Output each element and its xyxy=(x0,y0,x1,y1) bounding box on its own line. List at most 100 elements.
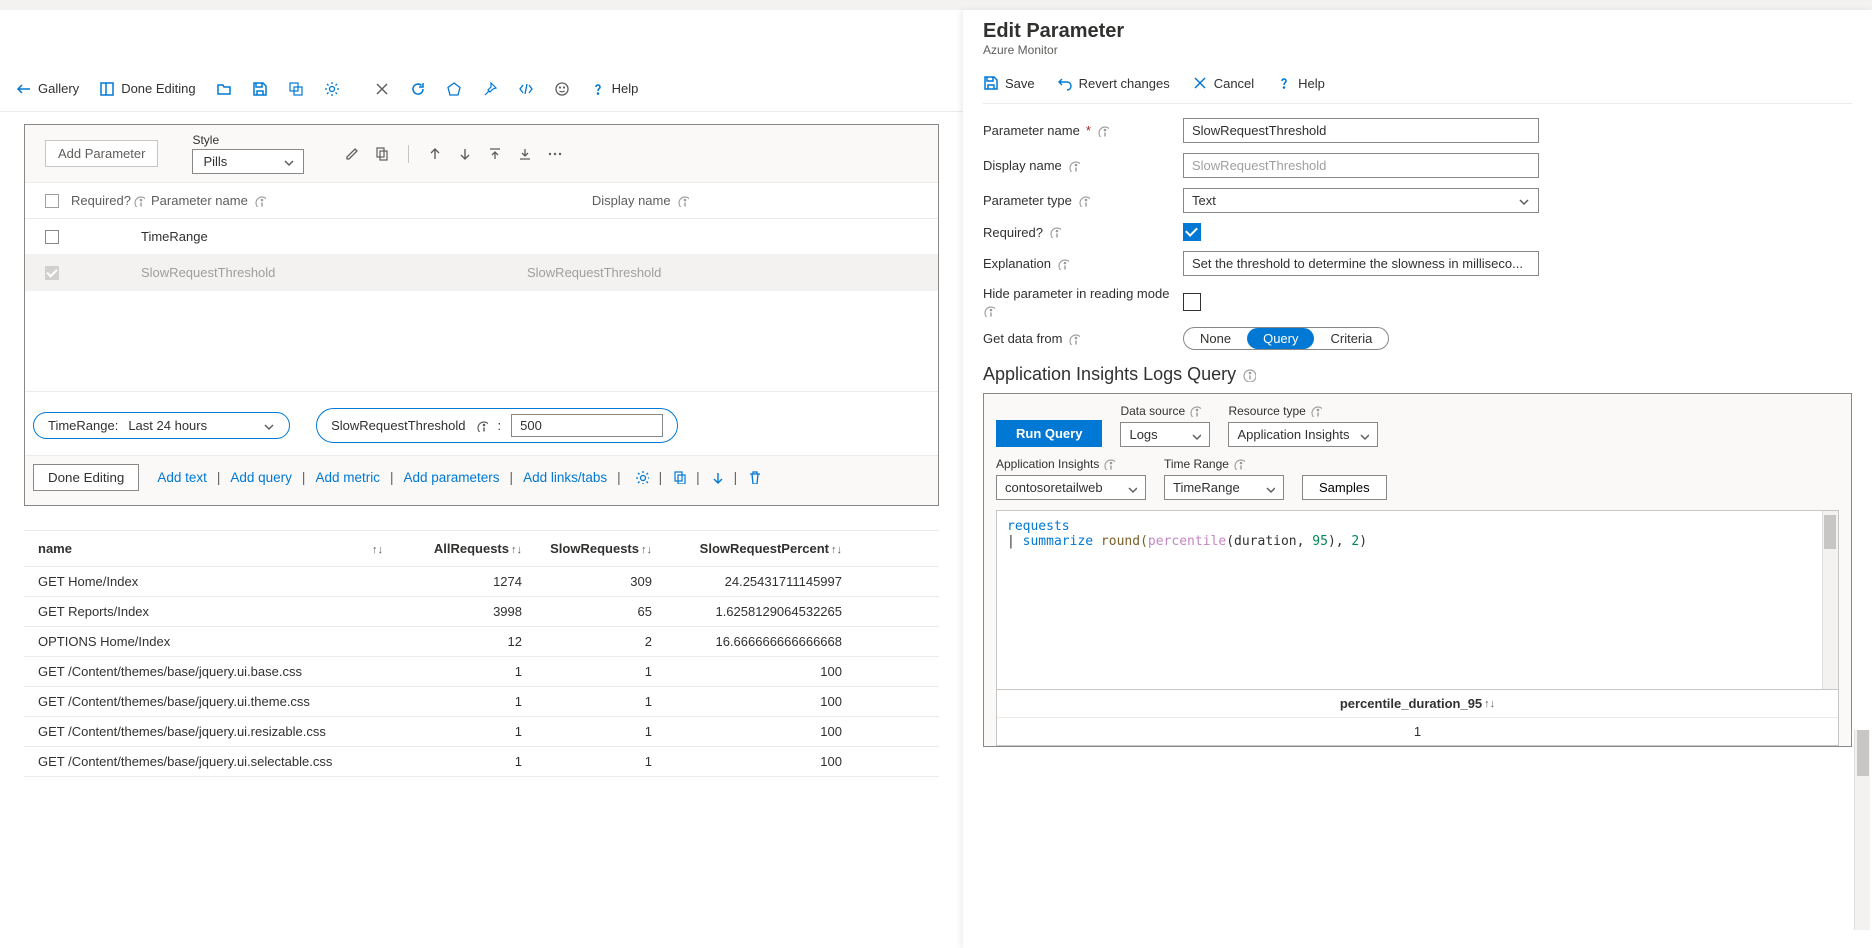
checkbox-hide[interactable] xyxy=(1183,293,1201,311)
add-text-link[interactable]: Add text xyxy=(157,470,207,485)
cell-all: 3998 xyxy=(362,604,522,619)
panel-revert-button[interactable]: Revert changes xyxy=(1057,75,1170,91)
seg-none[interactable]: None xyxy=(1184,328,1247,349)
col-slowrequests[interactable]: SlowRequests xyxy=(550,541,639,556)
select-app-insights[interactable]: contosoretailweb xyxy=(996,475,1146,500)
col-allrequests[interactable]: AllRequests xyxy=(434,541,509,556)
query-section-title: Application Insights Logs Query xyxy=(983,364,1852,385)
segmented-get-data[interactable]: None Query Criteria xyxy=(1183,327,1389,350)
done-editing-step-button[interactable]: Done Editing xyxy=(33,464,139,491)
edit-icon[interactable] xyxy=(344,146,360,162)
cell-name: OPTIONS Home/Index xyxy=(38,634,362,649)
move-bottom-icon[interactable] xyxy=(517,146,533,162)
cell-slow: 2 xyxy=(522,634,652,649)
editor-scrollbar[interactable] xyxy=(1822,511,1838,689)
move-top-icon[interactable] xyxy=(487,146,503,162)
deploy-button[interactable] xyxy=(438,77,470,101)
param-row[interactable]: SlowRequestThreshold SlowRequestThreshol… xyxy=(25,255,938,291)
advanced-editor-button[interactable] xyxy=(510,77,542,101)
done-editing-button[interactable]: Done Editing xyxy=(91,77,203,101)
info-icon xyxy=(1068,160,1080,172)
move-down-icon[interactable] xyxy=(710,470,724,484)
result-header[interactable]: percentile_duration_95 xyxy=(1340,696,1482,711)
help-button[interactable]: Help xyxy=(582,77,647,101)
table-row[interactable]: OPTIONS Home/Index 12 2 16.6666666666666… xyxy=(24,627,939,657)
smile-icon xyxy=(554,81,570,97)
add-metric-link[interactable]: Add metric xyxy=(315,470,380,485)
parameter-editor-header: Add Parameter Style Pills xyxy=(25,125,938,183)
style-select[interactable]: Pills xyxy=(192,149,304,174)
samples-button[interactable]: Samples xyxy=(1302,475,1387,500)
save-button[interactable] xyxy=(244,77,276,101)
table-row[interactable]: GET Reports/Index 3998 65 1.625812906453… xyxy=(24,597,939,627)
add-links-link[interactable]: Add links/tabs xyxy=(523,470,607,485)
input-display-name[interactable]: SlowRequestThreshold xyxy=(1183,153,1539,178)
refresh-button[interactable] xyxy=(402,77,434,101)
move-up-icon[interactable] xyxy=(427,146,443,162)
select-param-type[interactable]: Text xyxy=(1183,188,1539,213)
settings-button[interactable] xyxy=(316,77,348,101)
move-down-icon[interactable] xyxy=(457,146,473,162)
add-query-link[interactable]: Add query xyxy=(230,470,292,485)
select-data-source[interactable]: Logs xyxy=(1120,422,1210,447)
help-icon xyxy=(1276,75,1292,91)
copy-button[interactable] xyxy=(280,77,312,101)
row-checkbox[interactable] xyxy=(45,230,59,244)
duplicate-icon[interactable] xyxy=(672,470,686,484)
input-param-name[interactable]: SlowRequestThreshold xyxy=(1183,118,1539,143)
cell-slow: 1 xyxy=(522,754,652,769)
select-time-range[interactable]: TimeRange xyxy=(1164,475,1284,500)
info-icon xyxy=(1049,226,1061,238)
timerange-label: TimeRange: xyxy=(48,418,118,433)
timerange-pill[interactable]: TimeRange: Last 24 hours xyxy=(33,412,290,439)
cell-all: 1274 xyxy=(362,574,522,589)
table-row[interactable]: GET /Content/themes/base/jquery.ui.base.… xyxy=(24,657,939,687)
slowthreshold-pill[interactable]: SlowRequestThreshold : 500 xyxy=(316,408,678,443)
gallery-button[interactable]: Gallery xyxy=(8,77,87,101)
open-button[interactable] xyxy=(208,77,240,101)
input-explanation[interactable]: Set the threshold to determine the slown… xyxy=(1183,251,1539,276)
cell-name: GET /Content/themes/base/jquery.ui.selec… xyxy=(38,754,362,769)
cell-pct: 100 xyxy=(652,664,842,679)
discard-button[interactable] xyxy=(366,77,398,101)
chevron-down-icon xyxy=(1516,194,1530,208)
seg-query[interactable]: Query xyxy=(1247,328,1314,349)
slowthreshold-input[interactable]: 500 xyxy=(511,414,663,437)
select-all-checkbox[interactable] xyxy=(45,194,59,208)
seg-criteria[interactable]: Criteria xyxy=(1314,328,1388,349)
query-editor[interactable]: requests | summarize round(percentile(du… xyxy=(996,510,1839,690)
panel-help-button[interactable]: Help xyxy=(1276,75,1325,91)
more-icon[interactable] xyxy=(547,146,563,162)
feedback-button[interactable] xyxy=(546,77,578,101)
panel-scrollbar[interactable] xyxy=(1854,730,1870,930)
refresh-icon xyxy=(410,81,426,97)
cell-pct: 100 xyxy=(652,724,842,739)
col-name[interactable]: name xyxy=(38,541,72,556)
duplicate-icon[interactable] xyxy=(374,146,390,162)
results-header: name↑↓ AllRequests↑↓ SlowRequests↑↓ Slow… xyxy=(24,530,939,567)
cell-name: GET /Content/themes/base/jquery.ui.resiz… xyxy=(38,724,362,739)
row-checkbox[interactable] xyxy=(45,266,59,280)
pin-button[interactable] xyxy=(474,77,506,101)
panel-cancel-button[interactable]: Cancel xyxy=(1192,75,1254,91)
param-row[interactable]: TimeRange xyxy=(25,219,938,255)
chevron-down-icon xyxy=(1125,482,1137,494)
cell-name: GET Reports/Index xyxy=(38,604,362,619)
add-parameter-button[interactable]: Add Parameter xyxy=(45,140,158,167)
table-row[interactable]: GET Home/Index 1274 309 24.2543171114599… xyxy=(24,567,939,597)
chevron-down-icon xyxy=(1189,429,1201,441)
trash-icon[interactable] xyxy=(747,470,761,484)
table-row[interactable]: GET /Content/themes/base/jquery.ui.selec… xyxy=(24,747,939,777)
col-slowpercent[interactable]: SlowRequestPercent xyxy=(700,541,829,556)
run-query-button[interactable]: Run Query xyxy=(996,420,1102,447)
table-row[interactable]: GET /Content/themes/base/jquery.ui.theme… xyxy=(24,687,939,717)
info-icon xyxy=(983,305,995,317)
select-resource-type[interactable]: Application Insights xyxy=(1228,422,1378,447)
panel-save-button[interactable]: Save xyxy=(983,75,1035,91)
table-row[interactable]: GET /Content/themes/base/jquery.ui.resiz… xyxy=(24,717,939,747)
chevron-down-icon xyxy=(1263,482,1275,494)
gear-icon[interactable] xyxy=(635,470,649,484)
checkbox-required[interactable] xyxy=(1183,223,1201,241)
query-result-table: percentile_duration_95↑↓ 1 xyxy=(996,690,1839,746)
add-parameters-link[interactable]: Add parameters xyxy=(403,470,499,485)
